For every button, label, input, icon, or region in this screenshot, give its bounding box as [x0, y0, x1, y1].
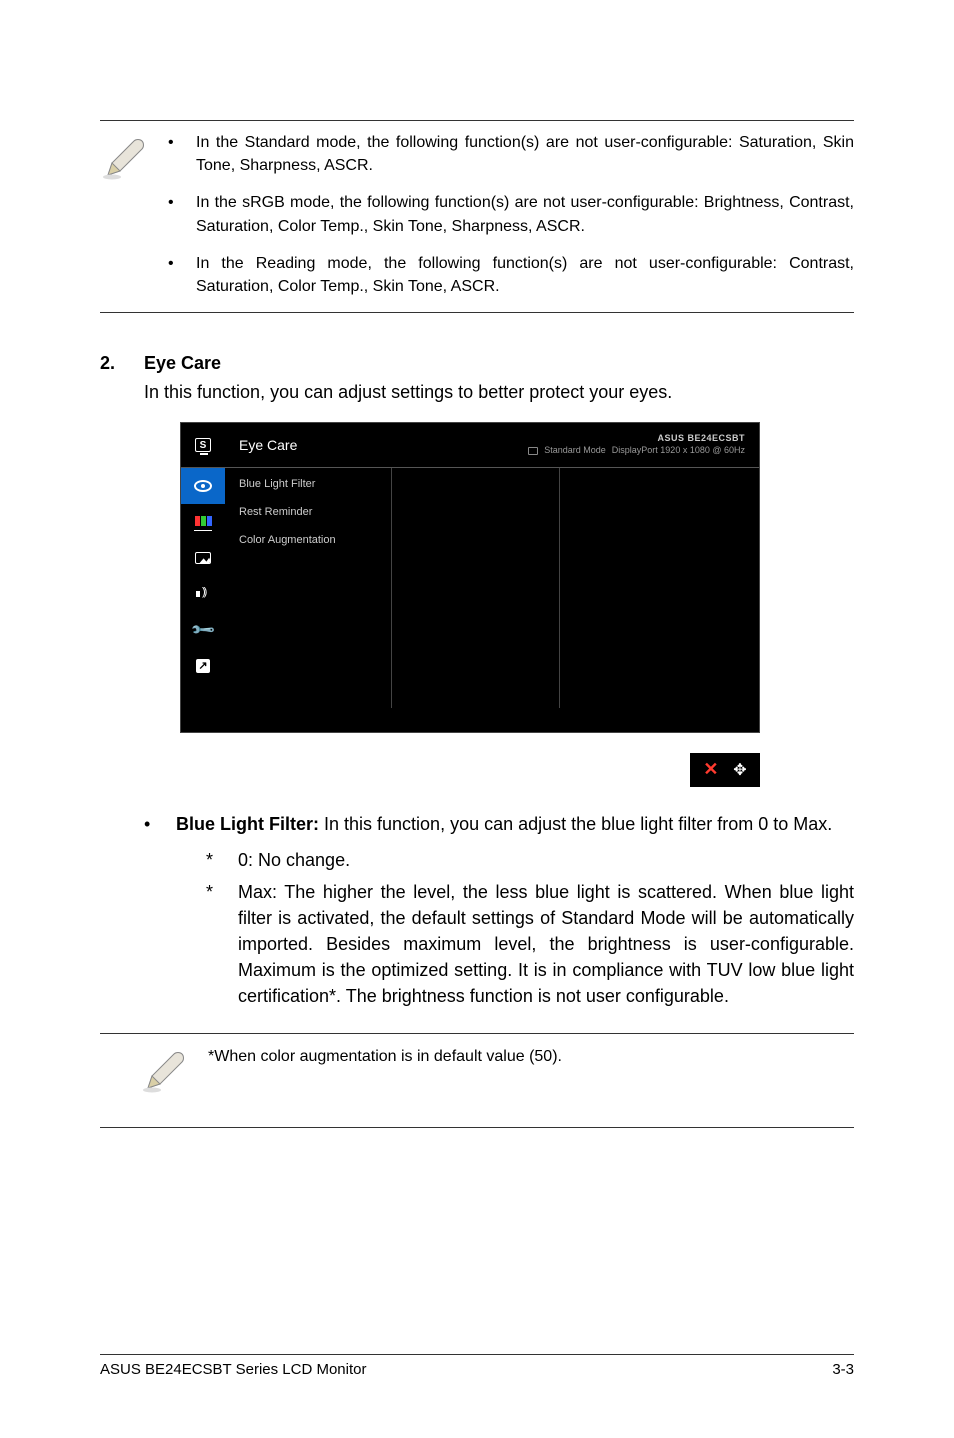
- wrench-icon: 🔧: [190, 617, 215, 642]
- osd-tab-image-icon[interactable]: [181, 540, 225, 576]
- osd-mode: Standard Mode: [544, 445, 606, 457]
- osd-model: ASUS BE24ECSBT: [528, 433, 745, 445]
- pencil-icon: [140, 1048, 188, 1101]
- osd-tab-color-icon[interactable]: [181, 504, 225, 540]
- blue-light-filter-bullet: Blue Light Filter: In this function, you…: [176, 811, 854, 837]
- osd-tab-shortcut-icon[interactable]: ↗: [181, 648, 225, 684]
- rgb-icon: [194, 513, 212, 531]
- osd-menu-column: Blue Light Filter Rest Reminder Color Au…: [225, 468, 392, 708]
- osd-buttons: ✕ ✥: [690, 753, 760, 787]
- arrow-icon: ↗: [196, 659, 210, 673]
- osd-tab-splendid-icon[interactable]: S: [195, 427, 211, 463]
- note-block-footnote: *When color augmentation is in default v…: [100, 1033, 854, 1128]
- section-title: Eye Care: [144, 353, 221, 374]
- note-list: •In the Standard mode, the following fun…: [168, 131, 854, 298]
- osd-tab-setup-icon[interactable]: 🔧: [181, 612, 225, 648]
- osd-tab-sound-icon[interactable]: [181, 576, 225, 612]
- sublist-item: Max: The higher the level, the less blue…: [238, 879, 854, 1009]
- osd-menu-item[interactable]: Rest Reminder: [225, 498, 391, 526]
- osd-menu-item[interactable]: Color Augmentation: [225, 526, 391, 554]
- page-footer: ASUS BE24ECSBT Series LCD Monitor 3-3: [100, 1354, 854, 1378]
- sublist-item: 0: No change.: [238, 847, 854, 873]
- body-bullet-list: • Blue Light Filter: In this function, y…: [144, 811, 854, 1010]
- osd-title: Eye Care: [239, 437, 297, 453]
- footer-right: 3-3: [832, 1361, 854, 1378]
- section-description: In this function, you can adjust setting…: [144, 380, 854, 404]
- s-icon: S: [195, 438, 211, 452]
- footnote-text: *When color augmentation is in default v…: [208, 1044, 562, 1066]
- pencil-icon: [100, 135, 148, 188]
- image-icon: [195, 552, 211, 564]
- footer-left: ASUS BE24ECSBT Series LCD Monitor: [100, 1361, 367, 1378]
- osd-screenshot: S Eye Care ASUS BE24ECSBT Standard Mode …: [180, 422, 760, 732]
- osd-status: ASUS BE24ECSBT Standard Mode DisplayPort…: [528, 433, 745, 456]
- sub-list: *0: No change. *Max: The higher the leve…: [206, 847, 854, 1010]
- section-heading: 2. Eye Care: [100, 353, 854, 374]
- eye-icon: [194, 480, 212, 492]
- note-block: •In the Standard mode, the following fun…: [100, 120, 854, 313]
- osd-submenu-column: [392, 468, 559, 708]
- note-item: In the sRGB mode, the following function…: [196, 191, 854, 237]
- sound-icon: [196, 588, 210, 600]
- osd-menu-item[interactable]: Blue Light Filter: [225, 470, 391, 498]
- nav-button[interactable]: ✥: [733, 760, 746, 780]
- close-button[interactable]: ✕: [703, 759, 718, 780]
- note-item: In the Reading mode, the following funct…: [196, 252, 854, 298]
- osd-value-column: [560, 468, 760, 708]
- note-item: In the Standard mode, the following func…: [196, 131, 854, 177]
- section-number: 2.: [100, 353, 124, 374]
- osd-tab-eyecare-icon[interactable]: [181, 468, 225, 504]
- osd-resolution: DisplayPort 1920 x 1080 @ 60Hz: [612, 445, 745, 457]
- monitor-icon: [528, 447, 538, 455]
